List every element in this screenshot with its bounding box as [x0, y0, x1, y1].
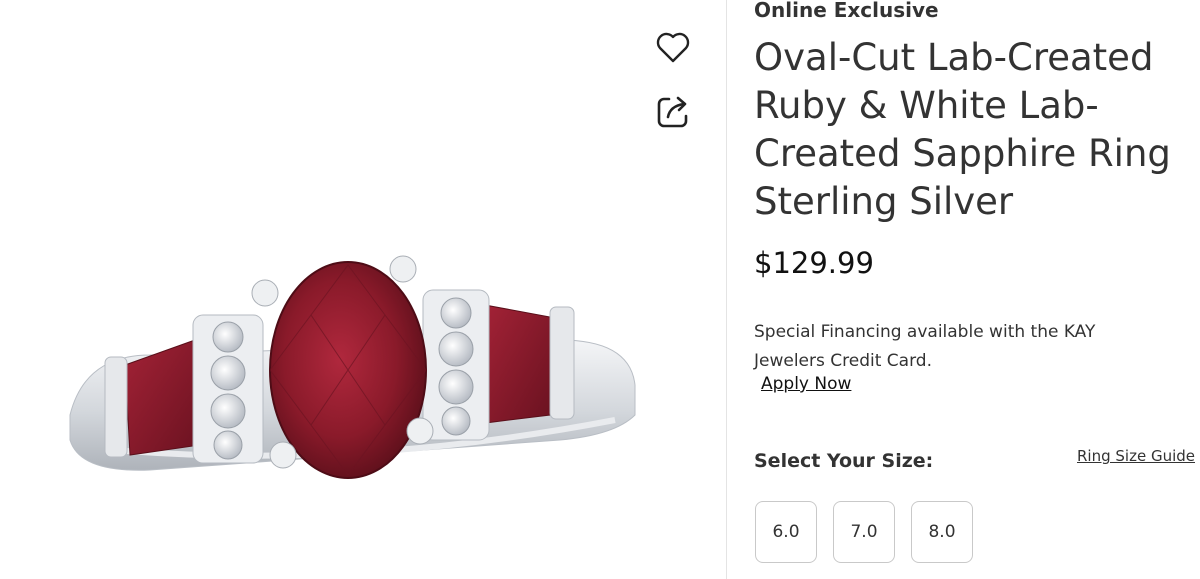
- financing-text: Special Financing available with the KAY…: [754, 322, 1096, 371]
- online-exclusive-badge: Online Exclusive: [754, 0, 939, 22]
- product-image: [69, 255, 636, 479]
- apply-now-link[interactable]: Apply Now: [761, 374, 851, 394]
- product-details: Online Exclusive Oval-Cut Lab-Created Ru…: [754, 0, 1195, 579]
- select-size-heading: Select Your Size:: [754, 450, 934, 472]
- wishlist-button[interactable]: [651, 25, 695, 69]
- ring-size-guide-link[interactable]: Ring Size Guide: [1077, 447, 1195, 465]
- size-option-6[interactable]: 6.0: [755, 501, 817, 563]
- product-price: $129.99: [754, 246, 874, 280]
- size-option-7[interactable]: 7.0: [833, 501, 895, 563]
- panel-divider: [726, 0, 727, 579]
- share-button[interactable]: [651, 89, 695, 133]
- share-icon: [657, 96, 688, 128]
- size-options: 6.0 7.0 8.0: [755, 501, 973, 563]
- size-option-8[interactable]: 8.0: [911, 501, 973, 563]
- product-title: Oval-Cut Lab-Created Ruby & White Lab-Cr…: [754, 36, 1171, 223]
- heart-icon: [656, 32, 690, 63]
- product-image-gallery: [0, 0, 725, 579]
